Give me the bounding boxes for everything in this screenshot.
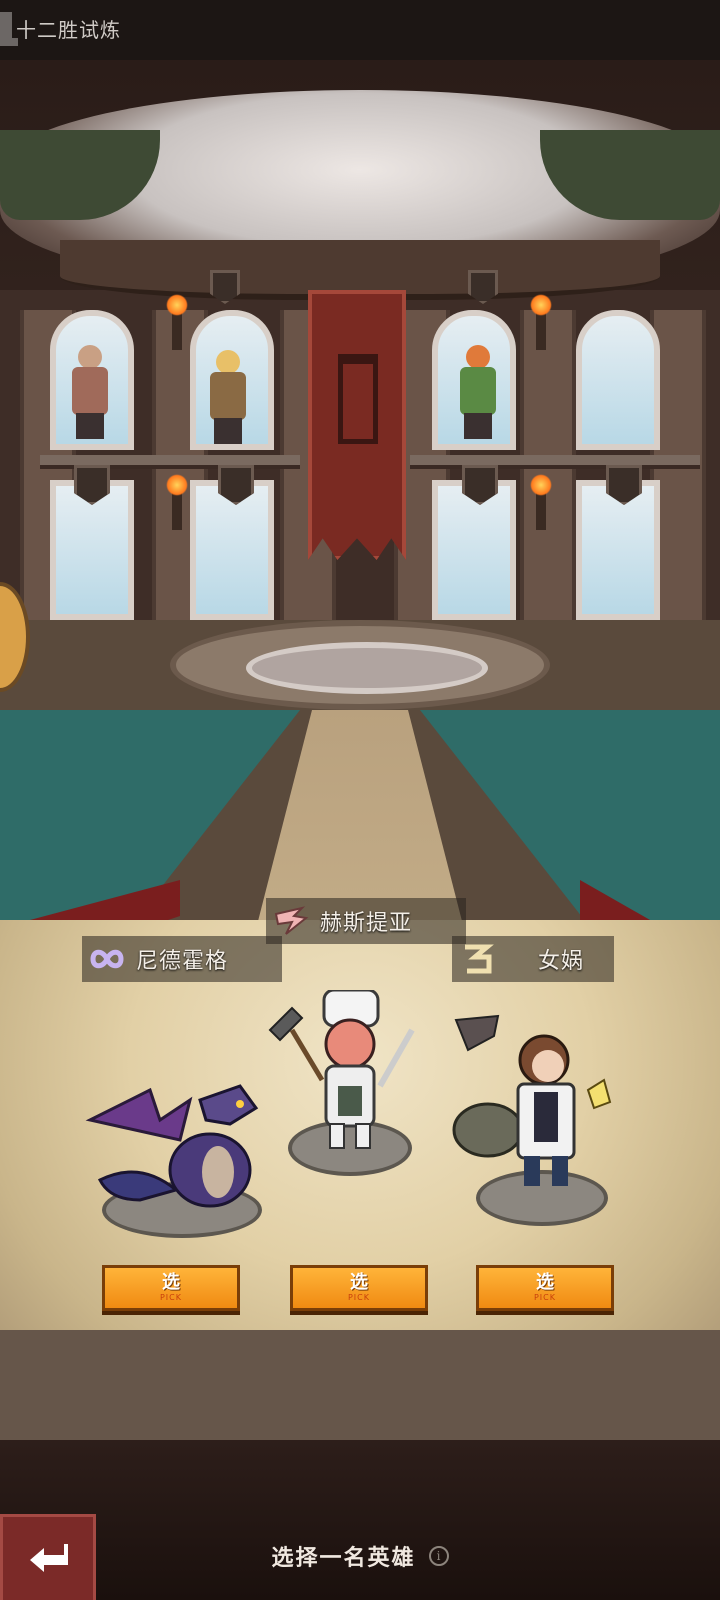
torch-icon [166,294,188,350]
hero-chef-sprite[interactable] [262,990,442,1180]
hero-name: 尼德霍格 [136,949,229,974]
statue-figure [62,345,118,441]
torch-icon [530,474,552,530]
pick-hero-2-button[interactable]: 选 PICK [290,1265,428,1311]
pick-hero-3-button[interactable]: 选 PICK [476,1265,614,1311]
hanging-banner [308,290,406,560]
top-bar: 十二胜试炼 [0,0,720,60]
title-marker [0,12,12,46]
flame-sigil-icon [270,900,312,942]
arch-window [576,310,660,450]
pick-hero-1-button[interactable]: 选 PICK [102,1265,240,1311]
bottom-bar: 选择一名英雄 i [0,1440,720,1600]
hero-label-1: 尼德霍格 [82,936,282,982]
infinity-icon [86,938,128,980]
statue-figure [450,345,506,441]
info-icon[interactable]: i [428,1546,449,1566]
arena-dais [170,620,550,710]
page-title: 十二胜试炼 [16,18,121,42]
hero-label-3: 女娲 [452,936,614,982]
hero-dragon-sprite[interactable] [80,1060,280,1240]
hero-label-2: 赫斯提亚 [266,898,466,944]
torch-icon [166,474,188,530]
select-hero-prompt: 选择一名英雄 i [0,1540,720,1572]
hero-name: 女娲 [538,949,585,974]
statue-figure [200,350,256,446]
hero-scientist-sprite[interactable] [448,1010,628,1230]
torch-icon [530,294,552,350]
hero-name: 赫斯提亚 [320,911,413,936]
serpent-sigil-icon [456,938,498,980]
